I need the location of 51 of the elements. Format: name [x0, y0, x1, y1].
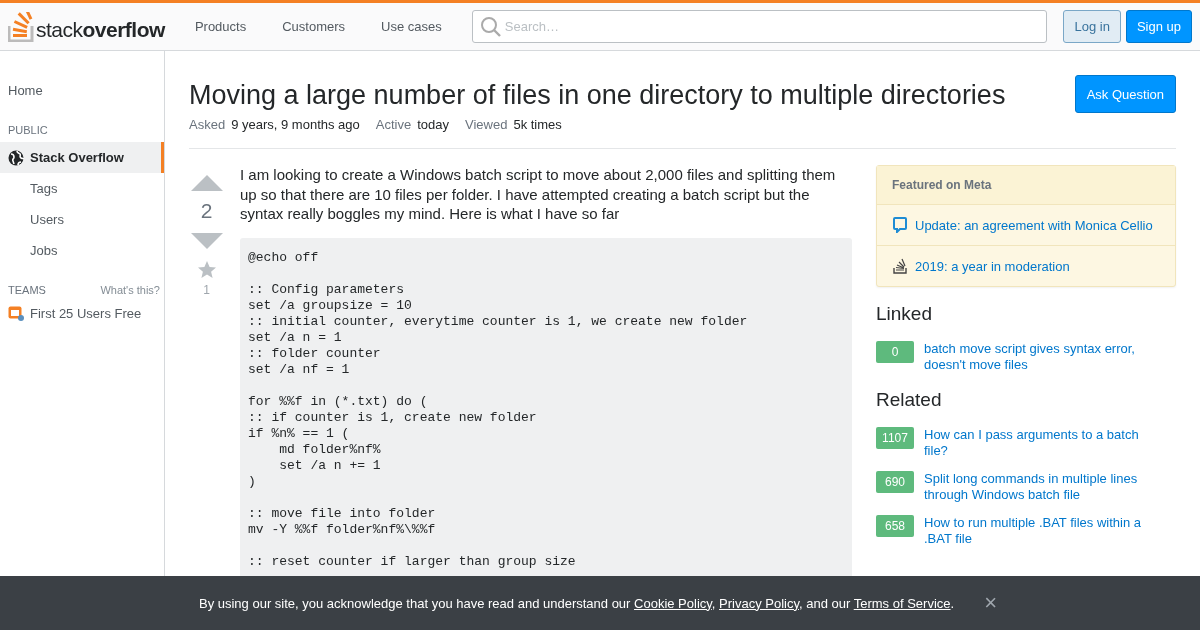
speech-bubble-icon — [893, 217, 907, 234]
nav-link[interactable]: Products — [176, 19, 265, 34]
sidebar-item[interactable]: Users — [0, 204, 164, 235]
sidebar-item[interactable]: Jobs — [0, 235, 164, 266]
sidebar-item[interactable]: Stack Overflow — [0, 142, 164, 173]
score-badge: 1107 — [876, 427, 914, 450]
cookie-notice: By using our site, you acknowledge that you have read and understand our Cookie Policy, Privacy Policy, and our Terms of Service. — [198, 595, 955, 611]
policy-link[interactable]: Privacy Policy — [719, 595, 799, 611]
meta-value: 5k times — [513, 117, 562, 133]
section-heading: TEAMS — [8, 284, 46, 298]
panel-title: Featured on Meta — [877, 166, 1175, 206]
question-link[interactable]: How can I pass arguments to a batch file? — [924, 427, 1176, 460]
logo-wordmark[interactable]: stackoverflow — [36, 17, 165, 42]
score-badge: 0 — [876, 341, 914, 364]
question-link[interactable]: How to run multiple .BAT files within a .BAT file — [924, 515, 1176, 548]
meta-label: Viewed — [465, 117, 508, 133]
question-link[interactable]: Split long commands in multiple lines through Windows batch file — [924, 471, 1176, 504]
question-title: Moving a large number of files in one directory to multiple directories — [189, 79, 1006, 112]
logo-icon — [8, 11, 34, 42]
section-title: Related — [876, 389, 943, 412]
bookmark-count: 1 — [203, 283, 210, 298]
score-badge: 690 — [876, 471, 914, 494]
score-badge: 658 — [876, 515, 914, 538]
meta-label: Asked — [189, 117, 226, 133]
vote-count: 2 — [200, 199, 213, 224]
star-icon — [197, 261, 216, 280]
stack-logo-icon — [893, 258, 907, 275]
help-link[interactable]: What's this? — [100, 284, 160, 302]
question-link[interactable]: batch move script gives syntax error, doesn't move files — [924, 341, 1176, 374]
section-heading: PUBLIC — [8, 124, 48, 138]
sidebar-item[interactable]: Tags — [0, 173, 164, 204]
search-icon — [479, 16, 502, 38]
meta-value: 9 years, 9 months ago — [231, 117, 360, 133]
meta-post-link[interactable]: Update: an agreement with Monica Cellio — [915, 217, 1153, 233]
search-field[interactable]: Search… — [471, 10, 1048, 43]
section-title: Linked — [876, 303, 933, 326]
sidebar-item[interactable]: Home — [0, 75, 164, 106]
upvote-icon — [190, 175, 223, 192]
nav-link[interactable]: Use cases — [363, 19, 460, 34]
globe-icon — [8, 149, 24, 166]
downvote-icon — [190, 233, 223, 250]
meta-label: Active — [375, 117, 412, 133]
nav-link[interactable]: Customers — [264, 19, 364, 34]
policy-link[interactable]: Terms of Service — [853, 595, 951, 611]
meta-value: today — [417, 117, 449, 133]
question-text: I am looking to create a Windows batch script to move about 2,000 files and splitting them up so that there are 10 files per folder. I have attempted creating a batch script but the syntax really boggles my mind. Here is what I have so far — [240, 165, 837, 224]
meta-post-link[interactable]: 2019: a year in moderation — [915, 258, 1070, 274]
sidebar-item[interactable]: First 25 Users Free — [0, 302, 164, 328]
log-in-button[interactable]: Log in — [1063, 10, 1121, 43]
close-button[interactable]: × — [980, 592, 1001, 614]
policy-link[interactable]: Cookie Policy — [634, 595, 712, 611]
